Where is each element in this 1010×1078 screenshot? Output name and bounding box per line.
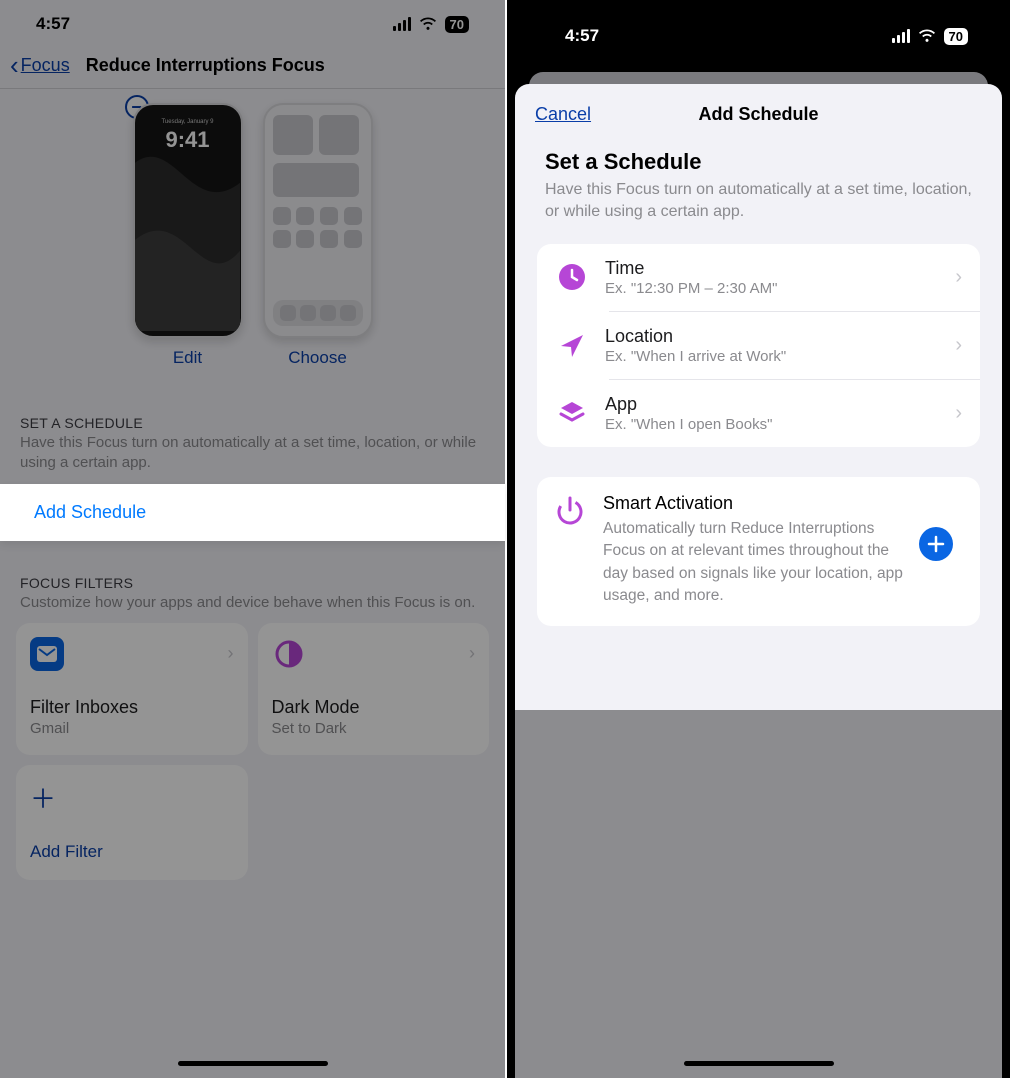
- option-app[interactable]: App Ex. "When I open Books" ›: [537, 380, 980, 447]
- filter-title: Dark Mode: [272, 697, 476, 718]
- status-bar: 4:57 70: [0, 0, 505, 42]
- lockscreen-date: Tuesday, January 9: [135, 119, 241, 125]
- chevron-right-icon: ›: [228, 643, 234, 664]
- status-time: 4:57: [36, 14, 70, 34]
- sheet-section-header: Set a Schedule Have this Focus turn on a…: [515, 143, 1002, 236]
- option-subtitle: Ex. "12:30 PM – 2:30 AM": [605, 280, 939, 297]
- back-label: Focus: [21, 55, 70, 76]
- appearance-icon: [272, 637, 306, 671]
- pane-add-schedule: 4:57 70 Cancel Add Schedule Set a Schedu…: [505, 0, 1010, 1078]
- home-indicator[interactable]: [178, 1061, 328, 1066]
- lockscreen-preview[interactable]: Tuesday, January 9 9:41: [133, 103, 243, 338]
- chevron-right-icon: ›: [469, 643, 475, 664]
- chevron-right-icon: ›: [955, 266, 974, 289]
- status-bar: 4:57 70: [507, 0, 1010, 54]
- filters-grid: › Filter Inboxes Gmail › Dark Mode Set t…: [0, 613, 505, 890]
- location-arrow-icon: [555, 328, 589, 362]
- smart-subtitle: Automatically turn Reduce Interruptions …: [603, 518, 903, 608]
- customize-screens: − Tuesday, January 9 9:41 Edit Choo: [0, 89, 505, 391]
- page-title: Reduce Interruptions Focus: [86, 55, 325, 76]
- filters-header-sub: Customize how your apps and device behav…: [20, 593, 485, 613]
- filter-card-inboxes[interactable]: › Filter Inboxes Gmail: [16, 623, 248, 755]
- pane-reduce-interruptions: 4:57 70 ‹ Focus Reduce Interruptions Foc…: [0, 0, 505, 1078]
- chevron-right-icon: ›: [955, 402, 974, 425]
- filter-subtitle: Gmail: [30, 720, 234, 737]
- power-icon: [553, 493, 587, 527]
- sheet-title: Add Schedule: [698, 104, 818, 125]
- chevron-right-icon: ›: [955, 334, 974, 357]
- section-subtitle: Have this Focus turn on automatically at…: [545, 179, 972, 224]
- sheet-nav: Cancel Add Schedule: [515, 84, 1002, 143]
- chevron-left-icon: ‹: [10, 52, 19, 78]
- home-indicator[interactable]: [684, 1061, 834, 1066]
- layers-icon: [555, 396, 589, 430]
- add-filter-button[interactable]: ＋ Add Filter: [16, 765, 248, 880]
- section-title: Set a Schedule: [545, 149, 972, 175]
- option-location[interactable]: Location Ex. "When I arrive at Work" ›: [537, 312, 980, 379]
- status-icons: 70: [892, 28, 968, 45]
- battery-icon: 70: [445, 16, 469, 33]
- edit-lockscreen-link[interactable]: Edit: [173, 348, 202, 368]
- status-time: 4:57: [565, 26, 599, 46]
- filter-subtitle: Set to Dark: [272, 720, 476, 737]
- option-subtitle: Ex. "When I arrive at Work": [605, 348, 939, 365]
- add-schedule-sheet: Cancel Add Schedule Set a Schedule Have …: [515, 84, 1002, 1078]
- schedule-header-label: SET A SCHEDULE: [20, 415, 485, 431]
- nav-bar: ‹ Focus Reduce Interruptions Focus: [0, 42, 505, 89]
- add-filter-label: Add Filter: [30, 842, 234, 862]
- option-subtitle: Ex. "When I open Books": [605, 416, 939, 433]
- cellular-icon: [393, 17, 411, 31]
- option-title: Location: [605, 326, 939, 347]
- smart-title: Smart Activation: [603, 493, 903, 514]
- add-smart-activation-button[interactable]: [919, 527, 953, 561]
- cellular-icon: [892, 29, 910, 43]
- choose-homescreen-link[interactable]: Choose: [288, 348, 347, 368]
- cancel-button[interactable]: Cancel: [535, 104, 591, 125]
- option-title: App: [605, 394, 939, 415]
- add-schedule-button[interactable]: Add Schedule: [16, 484, 489, 541]
- filters-header-label: FOCUS FILTERS: [20, 575, 485, 591]
- status-icons: 70: [393, 16, 469, 33]
- filter-title: Filter Inboxes: [30, 697, 234, 718]
- option-time[interactable]: Time Ex. "12:30 PM – 2:30 AM" ›: [537, 244, 980, 311]
- schedule-section-header: SET A SCHEDULE Have this Focus turn on a…: [0, 391, 505, 474]
- schedule-header-sub: Have this Focus turn on automatically at…: [20, 433, 485, 474]
- wifi-icon: [918, 29, 936, 43]
- wifi-icon: [419, 17, 437, 31]
- mail-app-icon: [30, 637, 64, 671]
- filter-card-darkmode[interactable]: › Dark Mode Set to Dark: [258, 623, 490, 755]
- smart-activation-card[interactable]: Smart Activation Automatically turn Redu…: [537, 477, 980, 626]
- homescreen-preview[interactable]: [263, 103, 373, 338]
- clock-icon: [555, 260, 589, 294]
- filters-section-header: FOCUS FILTERS Customize how your apps an…: [0, 551, 505, 613]
- back-button[interactable]: ‹ Focus: [10, 52, 70, 78]
- option-title: Time: [605, 258, 939, 279]
- battery-icon: 70: [944, 28, 968, 45]
- schedule-options-list: Time Ex. "12:30 PM – 2:30 AM" › Location…: [537, 244, 980, 447]
- plus-icon: ＋: [30, 779, 234, 816]
